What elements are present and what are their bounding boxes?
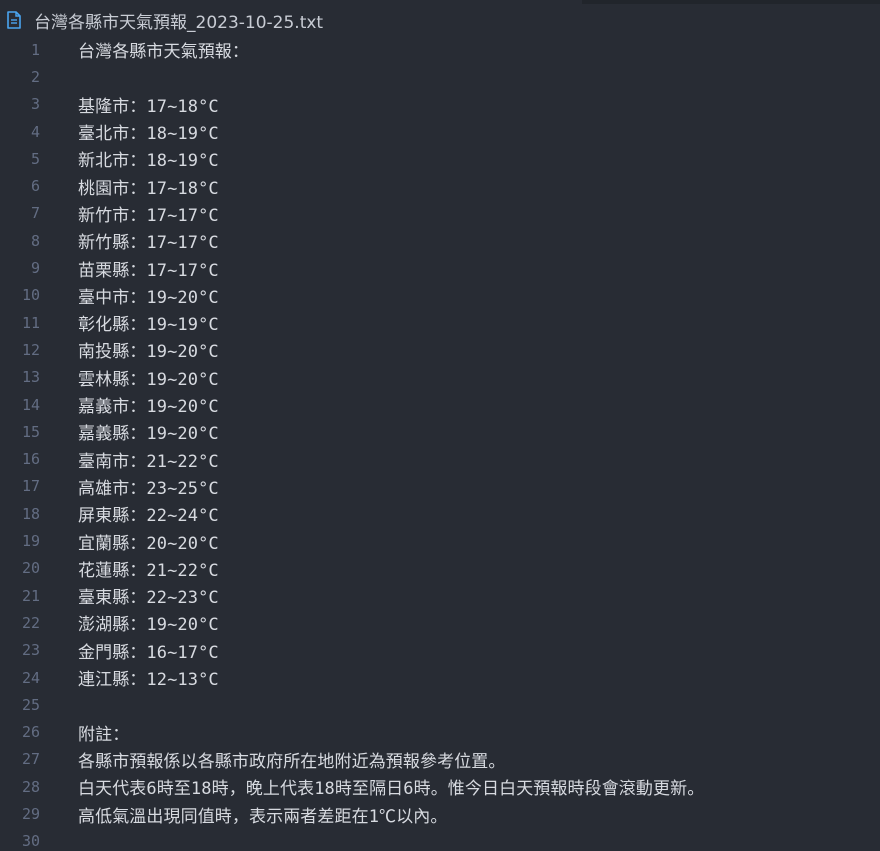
editor-line[interactable]: 28 白天代表6時至18時，晚上代表18時至隔日6時。惟今日白天預報時段會滾動更新… xyxy=(0,773,880,800)
editor-line[interactable]: 6 桃園市：17~18°C xyxy=(0,173,880,200)
line-number: 6 xyxy=(30,177,40,196)
editor-line[interactable]: 20 花蓮縣：21~22°C xyxy=(0,555,880,582)
editor-line[interactable]: 15 嘉義縣：19~20°C xyxy=(0,418,880,445)
line-number: 28 xyxy=(21,777,40,796)
line-number: 23 xyxy=(21,641,40,660)
line-text: 新竹縣：17~17°C xyxy=(78,233,219,254)
tab-bar: 台灣各縣市天氣預報_2023-10-25.txt xyxy=(0,0,880,40)
line-text: 基隆市：17~18°C xyxy=(78,96,219,117)
line-number: 15 xyxy=(21,422,40,441)
editor-line[interactable]: 27 各縣市預報係以各縣市政府所在地附近為預報參考位置。 xyxy=(0,746,880,773)
editor-line[interactable]: 4 臺北市：18~19°C xyxy=(0,118,880,145)
editor-line[interactable]: 11 彰化縣：19~19°C xyxy=(0,309,880,336)
line-number: 13 xyxy=(21,368,40,387)
line-text: 屏東縣：22~24°C xyxy=(78,506,219,527)
line-number: 19 xyxy=(21,532,40,551)
line-text: 桃園市：17~18°C xyxy=(78,178,219,199)
line-text: 新北市：18~19°C xyxy=(78,151,219,172)
line-text: 雲林縣：19~20°C xyxy=(78,369,219,390)
line-text: 高雄市：23~25°C xyxy=(78,478,219,499)
line-number: 21 xyxy=(21,586,40,605)
line-number: 17 xyxy=(21,477,40,496)
editor-line[interactable]: 24 連江縣：12~13°C xyxy=(0,664,880,691)
editor-line[interactable]: 13 雲林縣：19~20°C xyxy=(0,364,880,391)
editor-line[interactable]: 1 台灣各縣市天氣預報： xyxy=(0,36,880,63)
line-number: 11 xyxy=(21,313,40,332)
line-number: 10 xyxy=(21,286,40,305)
line-text: 苗栗縣：17~17°C xyxy=(78,260,219,281)
line-number: 4 xyxy=(30,122,40,141)
line-text: 嘉義縣：19~20°C xyxy=(78,424,219,445)
editor-line[interactable]: 22 澎湖縣：19~20°C xyxy=(0,609,880,636)
line-text: 彰化縣：19~19°C xyxy=(78,315,219,336)
line-text: 白天代表6時至18時，晚上代表18時至隔日6時。惟今日白天預報時段會滾動更新。 xyxy=(78,779,705,800)
line-text: 南投縣：19~20°C xyxy=(78,342,219,363)
editor-line[interactable]: 5 新北市：18~19°C xyxy=(0,145,880,172)
line-text: 臺北市：18~19°C xyxy=(78,124,219,145)
line-text: 新竹市：17~17°C xyxy=(78,205,219,226)
editor-line[interactable]: 7 新竹市：17~17°C xyxy=(0,200,880,227)
editor-line[interactable]: 23 金門縣：16~17°C xyxy=(0,637,880,664)
line-number: 2 xyxy=(30,67,40,86)
line-number: 8 xyxy=(30,231,40,250)
editor-line[interactable]: 2 xyxy=(0,63,880,90)
line-number: 14 xyxy=(21,395,40,414)
editor-line[interactable]: 12 南投縣：19~20°C xyxy=(0,336,880,363)
line-text: 連江縣：12~13°C xyxy=(78,670,219,691)
line-number: 7 xyxy=(30,204,40,223)
line-number: 16 xyxy=(21,450,40,469)
editor-line[interactable]: 21 臺東縣：22~23°C xyxy=(0,582,880,609)
line-number: 18 xyxy=(21,504,40,523)
line-number: 5 xyxy=(30,149,40,168)
editor-line[interactable]: 10 臺中市：19~20°C xyxy=(0,282,880,309)
editor-line[interactable]: 29 高低氣溫出現同值時，表示兩者差距在1℃以內。 xyxy=(0,800,880,827)
line-text: 宜蘭縣：20~20°C xyxy=(78,533,219,554)
file-tab[interactable]: 台灣各縣市天氣預報_2023-10-25.txt xyxy=(0,0,337,40)
panel-edge xyxy=(582,0,880,4)
line-number: 30 xyxy=(21,832,40,851)
line-text: 各縣市預報係以各縣市政府所在地附近為預報參考位置。 xyxy=(78,751,506,772)
editor-line[interactable]: 19 宜蘭縣：20~20°C xyxy=(0,527,880,554)
line-number: 24 xyxy=(21,668,40,687)
editor-line[interactable]: 18 屏東縣：22~24°C xyxy=(0,500,880,527)
line-text: 花蓮縣：21~22°C xyxy=(78,560,219,581)
text-editor[interactable]: 1 台灣各縣市天氣預報： 2 3 基隆市：17~18°C 4 臺北市：18~19°C 5 新北市… xyxy=(0,36,880,851)
editor-line[interactable]: 17 高雄市：23~25°C xyxy=(0,473,880,500)
editor-line[interactable]: 16 臺南市：21~22°C xyxy=(0,446,880,473)
editor-line[interactable]: 3 基隆市：17~18°C xyxy=(0,91,880,118)
editor-line[interactable]: 25 xyxy=(0,691,880,718)
line-number: 9 xyxy=(30,259,40,278)
line-number: 1 xyxy=(30,40,40,59)
line-number: 26 xyxy=(21,723,40,742)
line-text: 嘉義市：19~20°C xyxy=(78,397,219,418)
tab-title: 台灣各縣市天氣預報_2023-10-25.txt xyxy=(34,12,324,33)
line-text: 臺東縣：22~23°C xyxy=(78,588,219,609)
line-number: 12 xyxy=(21,340,40,359)
text-file-icon xyxy=(6,11,22,29)
line-number: 25 xyxy=(21,695,40,714)
line-text: 附註： xyxy=(78,724,130,745)
line-text: 金門縣：16~17°C xyxy=(78,642,219,663)
editor-line[interactable]: 26 附註： xyxy=(0,719,880,746)
line-number: 3 xyxy=(30,95,40,114)
editor-line[interactable]: 8 新竹縣：17~17°C xyxy=(0,227,880,254)
line-number: 27 xyxy=(21,750,40,769)
line-text: 澎湖縣：19~20°C xyxy=(78,615,219,636)
line-text: 臺南市：21~22°C xyxy=(78,451,219,472)
line-number: 29 xyxy=(21,805,40,824)
editor-line[interactable]: 30 xyxy=(0,828,880,851)
editor-line[interactable]: 14 嘉義市：19~20°C xyxy=(0,391,880,418)
editor-line[interactable]: 9 苗栗縣：17~17°C xyxy=(0,254,880,281)
line-number: 22 xyxy=(21,613,40,632)
line-text: 臺中市：19~20°C xyxy=(78,287,219,308)
line-text: 高低氣溫出現同值時，表示兩者差距在1℃以內。 xyxy=(78,806,448,827)
line-text: 台灣各縣市天氣預報： xyxy=(78,42,249,63)
line-number: 20 xyxy=(21,559,40,578)
